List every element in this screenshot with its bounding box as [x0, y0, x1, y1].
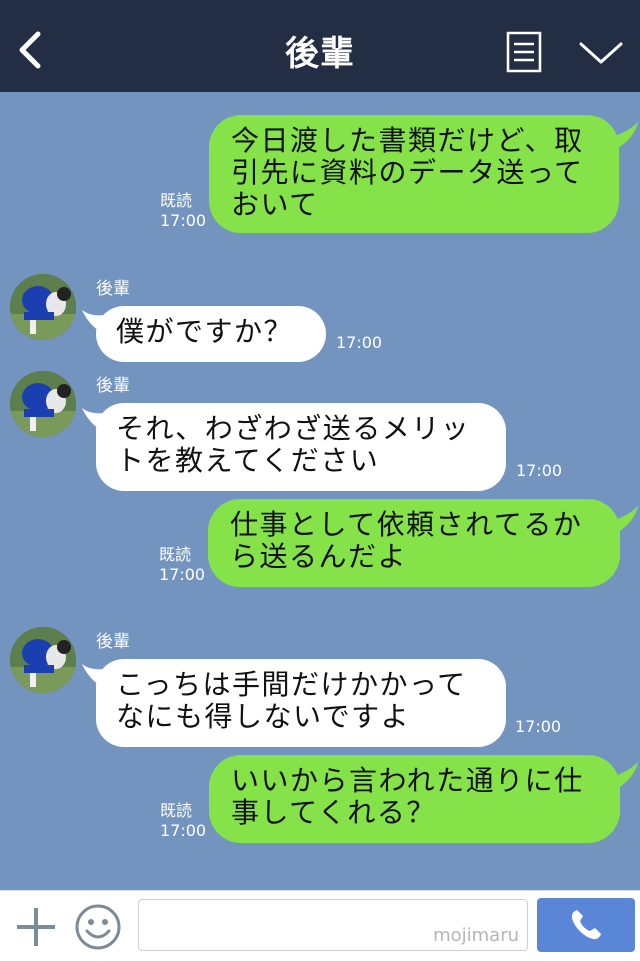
message-time: 17:00 [515, 717, 562, 736]
message-bubble-incoming[interactable]: こっちは手間だけかかって なにも得しないですよ [96, 659, 506, 747]
message-line: おいて [231, 188, 319, 221]
phone-icon [571, 910, 601, 940]
sender-name: 後輩 [96, 632, 130, 652]
message-time: 17:00 [516, 461, 563, 480]
message-bubble-outgoing[interactable]: 仕事として依頼されてるか ら送るんだよ [208, 499, 620, 587]
read-receipt: 既読 17:00 [160, 801, 206, 841]
message-bubble-incoming[interactable]: それ、わざわざ送るメリッ トを教えてください [96, 403, 506, 491]
message-line: こっちは手間だけかかって [116, 668, 467, 701]
message-line: 僕がですか？ [116, 315, 294, 348]
avatar[interactable] [10, 371, 76, 437]
watermark-text: mojimaru [433, 925, 519, 946]
message-list[interactable]: 既読 17:00 今日渡した書類だけど、取 引先に資料のデータ送って おいて 後… [0, 92, 640, 890]
read-label: 既読 [160, 801, 193, 820]
message-input[interactable]: mojimaru [138, 899, 528, 951]
message-time: 17:00 [160, 211, 207, 230]
message-line: いいから言われた通りに仕 [231, 764, 584, 797]
message-bubble-incoming[interactable]: 僕がですか？ [96, 306, 326, 362]
message-bubble-outgoing[interactable]: 今日渡した書類だけど、取 引先に資料のデータ送って おいて [209, 115, 619, 233]
message-line: 今日渡した書類だけど、取 [231, 124, 584, 157]
plus-icon[interactable] [14, 905, 58, 949]
read-receipt: 既読 17:00 [160, 191, 206, 231]
message-time: 17:00 [336, 333, 383, 352]
notes-menu-icon[interactable] [506, 31, 542, 73]
message-time: 17:00 [159, 565, 206, 584]
message-line: ら送るんだよ [230, 540, 408, 573]
chat-header: 後輩 [0, 0, 640, 92]
message-line: トを教えてください [116, 444, 380, 477]
message-line: 引先に資料のデータ送って [231, 156, 584, 189]
emoji-icon[interactable] [74, 903, 122, 951]
message-line: それ、わざわざ送るメリッ [116, 412, 471, 445]
call-button[interactable] [537, 898, 635, 952]
read-label: 既読 [159, 545, 192, 564]
sender-name: 後輩 [96, 279, 130, 299]
chevron-down-icon[interactable] [578, 38, 624, 68]
chat-title: 後輩 [285, 34, 355, 74]
read-label: 既読 [160, 191, 193, 210]
message-composer: mojimaru [0, 890, 640, 961]
avatar[interactable] [10, 274, 76, 340]
message-line: 仕事として依頼されてるか [230, 508, 583, 541]
message-line: 事してくれる？ [231, 796, 436, 829]
sender-name: 後輩 [96, 376, 130, 396]
message-time: 17:00 [160, 821, 207, 840]
avatar[interactable] [10, 627, 76, 693]
message-line: なにも得しないですよ [116, 700, 411, 733]
read-receipt: 既読 17:00 [159, 545, 205, 585]
message-bubble-outgoing[interactable]: いいから言われた通りに仕 事してくれる？ [209, 755, 620, 843]
